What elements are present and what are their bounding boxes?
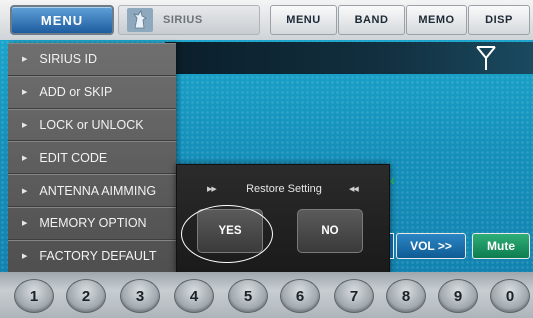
band-button[interactable]: BAND — [338, 5, 405, 35]
no-button[interactable]: NO — [297, 209, 363, 253]
dialog-title: Restore Setting — [246, 183, 322, 195]
double-arrow-left-icon: ◀◀ — [349, 186, 359, 193]
side-menu-item-memory-option[interactable]: ▶ MEMORY OPTION — [8, 206, 176, 240]
preset-button-5[interactable]: 5 — [228, 279, 268, 313]
arrow-right-icon: ▶ — [22, 154, 28, 162]
side-menu-item-edit-code[interactable]: ▶ EDIT CODE — [8, 141, 176, 175]
side-menu-item-label: LOCK or UNLOCK — [39, 117, 144, 132]
side-menu-item-factory-default[interactable]: ▶ FACTORY DEFAULT — [8, 239, 176, 273]
side-menu-item-label: ANTENNA AIMMING — [39, 183, 157, 198]
preset-bar: 1 2 3 4 5 6 7 8 9 0 — [0, 272, 533, 318]
double-arrow-right-icon: ▶▶ — [207, 186, 217, 193]
memo-button[interactable]: MEMO — [406, 5, 467, 35]
arrow-right-icon: ▶ — [22, 187, 28, 195]
side-menu-item-add-or-skip[interactable]: ▶ ADD or SKIP — [8, 75, 176, 109]
arrow-right-icon: ▶ — [22, 253, 28, 261]
side-menu-item-label: SIRIUS ID — [39, 52, 98, 67]
side-menu: ▶ SIRIUS ID ▶ ADD or SKIP ▶ LOCK or UNLO… — [8, 43, 176, 273]
source-tab-sirius[interactable]: SIRIUS — [118, 5, 260, 35]
source-label: SIRIUS — [163, 14, 203, 26]
arrow-right-icon: ▶ — [22, 220, 28, 228]
top-bar: MENU SIRIUS MENU BAND MEMO DISP — [0, 0, 533, 40]
highlight-ring — [181, 205, 273, 263]
preset-button-6[interactable]: 6 — [280, 279, 320, 313]
dialog-title-row: ▶▶ Restore Setting ◀◀ — [177, 181, 391, 197]
side-menu-item-label: FACTORY DEFAULT — [39, 249, 157, 264]
preset-button-2[interactable]: 2 — [66, 279, 106, 313]
preset-button-0[interactable]: 0 — [490, 279, 530, 313]
hidden-button-edge — [390, 233, 394, 259]
side-menu-item-label: MEMORY OPTION — [39, 216, 147, 231]
disp-button[interactable]: DISP — [468, 5, 530, 35]
preset-button-7[interactable]: 7 — [334, 279, 374, 313]
volume-button[interactable]: VOL >> — [396, 233, 466, 259]
preset-button-8[interactable]: 8 — [386, 279, 426, 313]
side-menu-item-antenna-aiming[interactable]: ▶ ANTENNA AIMMING — [8, 174, 176, 207]
side-menu-item-label: EDIT CODE — [39, 150, 108, 165]
preset-button-3[interactable]: 3 — [120, 279, 160, 313]
side-menu-item-sirius-id[interactable]: ▶ SIRIUS ID — [8, 43, 176, 76]
side-menu-item-lock-or-unlock[interactable]: ▶ LOCK or UNLOCK — [8, 108, 176, 142]
mute-button[interactable]: Mute — [472, 233, 530, 259]
sirius-dog-icon — [125, 7, 155, 33]
antenna-icon — [474, 44, 498, 72]
preset-button-4[interactable]: 4 — [174, 279, 214, 313]
arrow-right-icon: ▶ — [22, 89, 28, 97]
main-menu-button[interactable]: MENU — [10, 5, 114, 35]
preset-button-1[interactable]: 1 — [14, 279, 54, 313]
preset-button-9[interactable]: 9 — [438, 279, 478, 313]
side-menu-item-label: ADD or SKIP — [39, 85, 113, 100]
arrow-right-icon: ▶ — [22, 121, 28, 129]
menu-button[interactable]: MENU — [270, 5, 337, 35]
arrow-right-icon: ▶ — [22, 56, 28, 64]
